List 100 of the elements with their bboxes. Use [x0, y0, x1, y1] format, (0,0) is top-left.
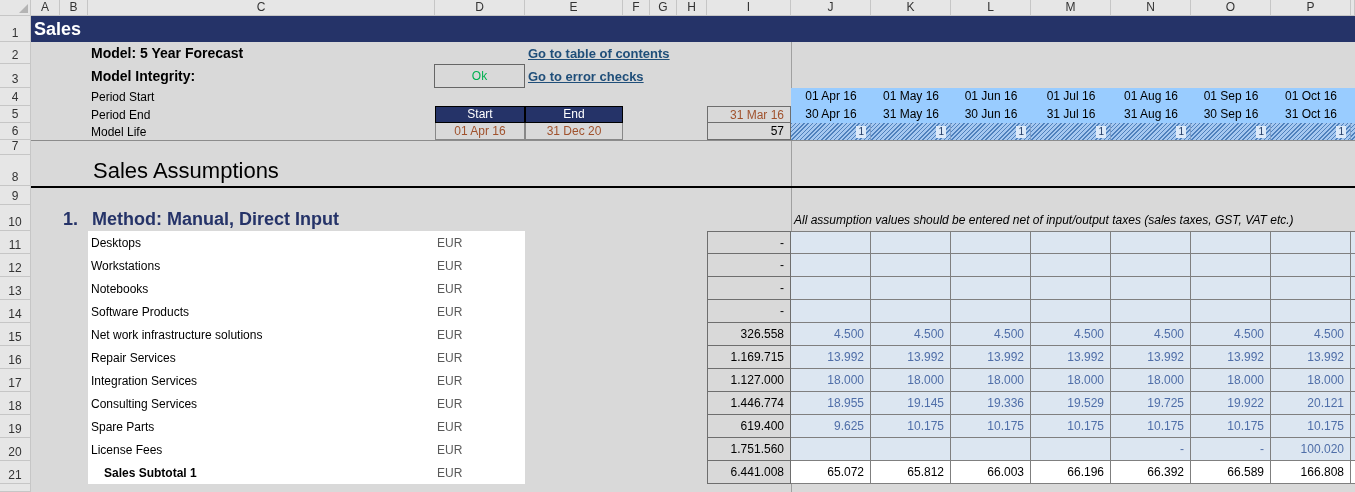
input-cell[interactable] — [1031, 231, 1111, 254]
input-cell[interactable] — [791, 277, 871, 300]
column-header[interactable]: M — [1031, 0, 1111, 16]
input-cell[interactable] — [951, 300, 1031, 323]
input-cell[interactable] — [871, 231, 951, 254]
row-header[interactable]: 11 — [0, 231, 31, 254]
row-header[interactable]: 16 — [0, 346, 31, 369]
row-header[interactable]: 9 — [0, 186, 31, 205]
row-header[interactable]: 10 — [0, 205, 31, 231]
input-cell[interactable] — [951, 277, 1031, 300]
row-header[interactable]: 20 — [0, 438, 31, 461]
input-cell[interactable]: 13.992 — [791, 346, 871, 369]
input-cell[interactable]: 18.000 — [951, 369, 1031, 392]
input-cell[interactable] — [1031, 277, 1111, 300]
row-header[interactable]: 21 — [0, 461, 31, 484]
row-header[interactable]: 3 — [0, 64, 31, 88]
row-header[interactable]: 19 — [0, 415, 31, 438]
input-cell[interactable] — [1031, 300, 1111, 323]
input-cell[interactable] — [1191, 231, 1271, 254]
input-cell[interactable] — [1031, 438, 1111, 461]
input-cell[interactable]: 19.725 — [1111, 392, 1191, 415]
input-cell[interactable]: 10.175 — [1271, 415, 1351, 438]
input-cell[interactable]: 18.000 — [791, 369, 871, 392]
input-cell[interactable] — [1271, 254, 1351, 277]
row-header[interactable]: 4 — [0, 88, 31, 106]
input-cell[interactable] — [1111, 300, 1191, 323]
input-cell[interactable]: 19.529 — [1031, 392, 1111, 415]
input-cell[interactable] — [1271, 277, 1351, 300]
input-cell[interactable]: 18.000 — [871, 369, 951, 392]
input-cell[interactable] — [951, 254, 1031, 277]
column-header[interactable]: F — [623, 0, 650, 16]
column-header[interactable]: K — [871, 0, 951, 16]
input-cell[interactable] — [791, 231, 871, 254]
input-cell[interactable]: 100.020 — [1271, 438, 1351, 461]
input-cell[interactable]: 18.000 — [1191, 369, 1271, 392]
row-header[interactable]: 17 — [0, 369, 31, 392]
input-cell[interactable] — [1271, 300, 1351, 323]
row-header[interactable]: 18 — [0, 392, 31, 415]
input-cell[interactable]: 20.121 — [1271, 392, 1351, 415]
input-cell[interactable] — [1191, 277, 1271, 300]
input-cell[interactable] — [1191, 254, 1271, 277]
input-cell[interactable] — [1111, 277, 1191, 300]
input-cell[interactable]: 4.500 — [871, 323, 951, 346]
input-cell[interactable]: 10.175 — [871, 415, 951, 438]
row-header[interactable]: 2 — [0, 42, 31, 64]
input-cell[interactable]: 10.175 — [1031, 415, 1111, 438]
input-cell[interactable]: 13.992 — [1111, 346, 1191, 369]
input-cell[interactable] — [871, 300, 951, 323]
input-cell[interactable]: 13.992 — [951, 346, 1031, 369]
input-cell[interactable]: 13.992 — [871, 346, 951, 369]
row-header[interactable]: 7 — [0, 140, 31, 155]
column-header[interactable]: H — [677, 0, 707, 16]
input-cell[interactable]: 4.500 — [791, 323, 871, 346]
column-header[interactable]: O — [1191, 0, 1271, 16]
input-cell[interactable] — [791, 438, 871, 461]
input-cell[interactable] — [1111, 254, 1191, 277]
input-cell[interactable]: 4.500 — [1191, 323, 1271, 346]
column-header[interactable]: C — [88, 0, 435, 16]
input-cell[interactable]: 13.992 — [1031, 346, 1111, 369]
input-cell[interactable]: 13.992 — [1271, 346, 1351, 369]
column-header[interactable]: L — [951, 0, 1031, 16]
input-cell[interactable] — [951, 438, 1031, 461]
input-cell[interactable] — [1191, 300, 1271, 323]
select-all-button[interactable] — [0, 0, 31, 16]
input-cell[interactable] — [1111, 231, 1191, 254]
input-cell[interactable]: 18.000 — [1031, 369, 1111, 392]
input-cell[interactable] — [871, 277, 951, 300]
input-cell[interactable] — [871, 254, 951, 277]
input-cell[interactable]: 10.175 — [951, 415, 1031, 438]
column-header[interactable]: B — [60, 0, 88, 16]
input-cell[interactable] — [951, 231, 1031, 254]
column-header[interactable]: D — [435, 0, 525, 16]
input-cell[interactable]: 18.955 — [791, 392, 871, 415]
input-cell[interactable]: 13.992 — [1191, 346, 1271, 369]
link[interactable]: Go to error checks — [528, 68, 644, 84]
row-header[interactable]: 5 — [0, 106, 31, 123]
input-cell[interactable] — [871, 438, 951, 461]
column-header[interactable]: A — [31, 0, 60, 16]
input-cell[interactable]: - — [1191, 438, 1271, 461]
input-cell[interactable] — [791, 300, 871, 323]
row-header[interactable]: 6 — [0, 123, 31, 140]
input-cell[interactable]: 10.175 — [1191, 415, 1271, 438]
input-cell[interactable]: 19.922 — [1191, 392, 1271, 415]
input-cell[interactable]: 4.500 — [1271, 323, 1351, 346]
column-header[interactable]: N — [1111, 0, 1191, 16]
column-header[interactable]: I — [707, 0, 791, 16]
input-cell[interactable]: 18.000 — [1271, 369, 1351, 392]
link[interactable]: Go to table of contents — [528, 45, 670, 61]
input-cell[interactable]: 4.500 — [1111, 323, 1191, 346]
row-header[interactable]: 8 — [0, 155, 31, 186]
input-cell[interactable] — [791, 254, 871, 277]
row-header[interactable]: 1 — [0, 16, 31, 42]
input-cell[interactable]: 19.336 — [951, 392, 1031, 415]
input-cell[interactable] — [1031, 254, 1111, 277]
column-header[interactable]: P — [1271, 0, 1351, 16]
column-header[interactable]: J — [791, 0, 871, 16]
input-cell[interactable]: 9.625 — [791, 415, 871, 438]
input-cell[interactable]: 19.145 — [871, 392, 951, 415]
input-cell[interactable]: 4.500 — [1031, 323, 1111, 346]
column-header[interactable]: E — [525, 0, 623, 16]
